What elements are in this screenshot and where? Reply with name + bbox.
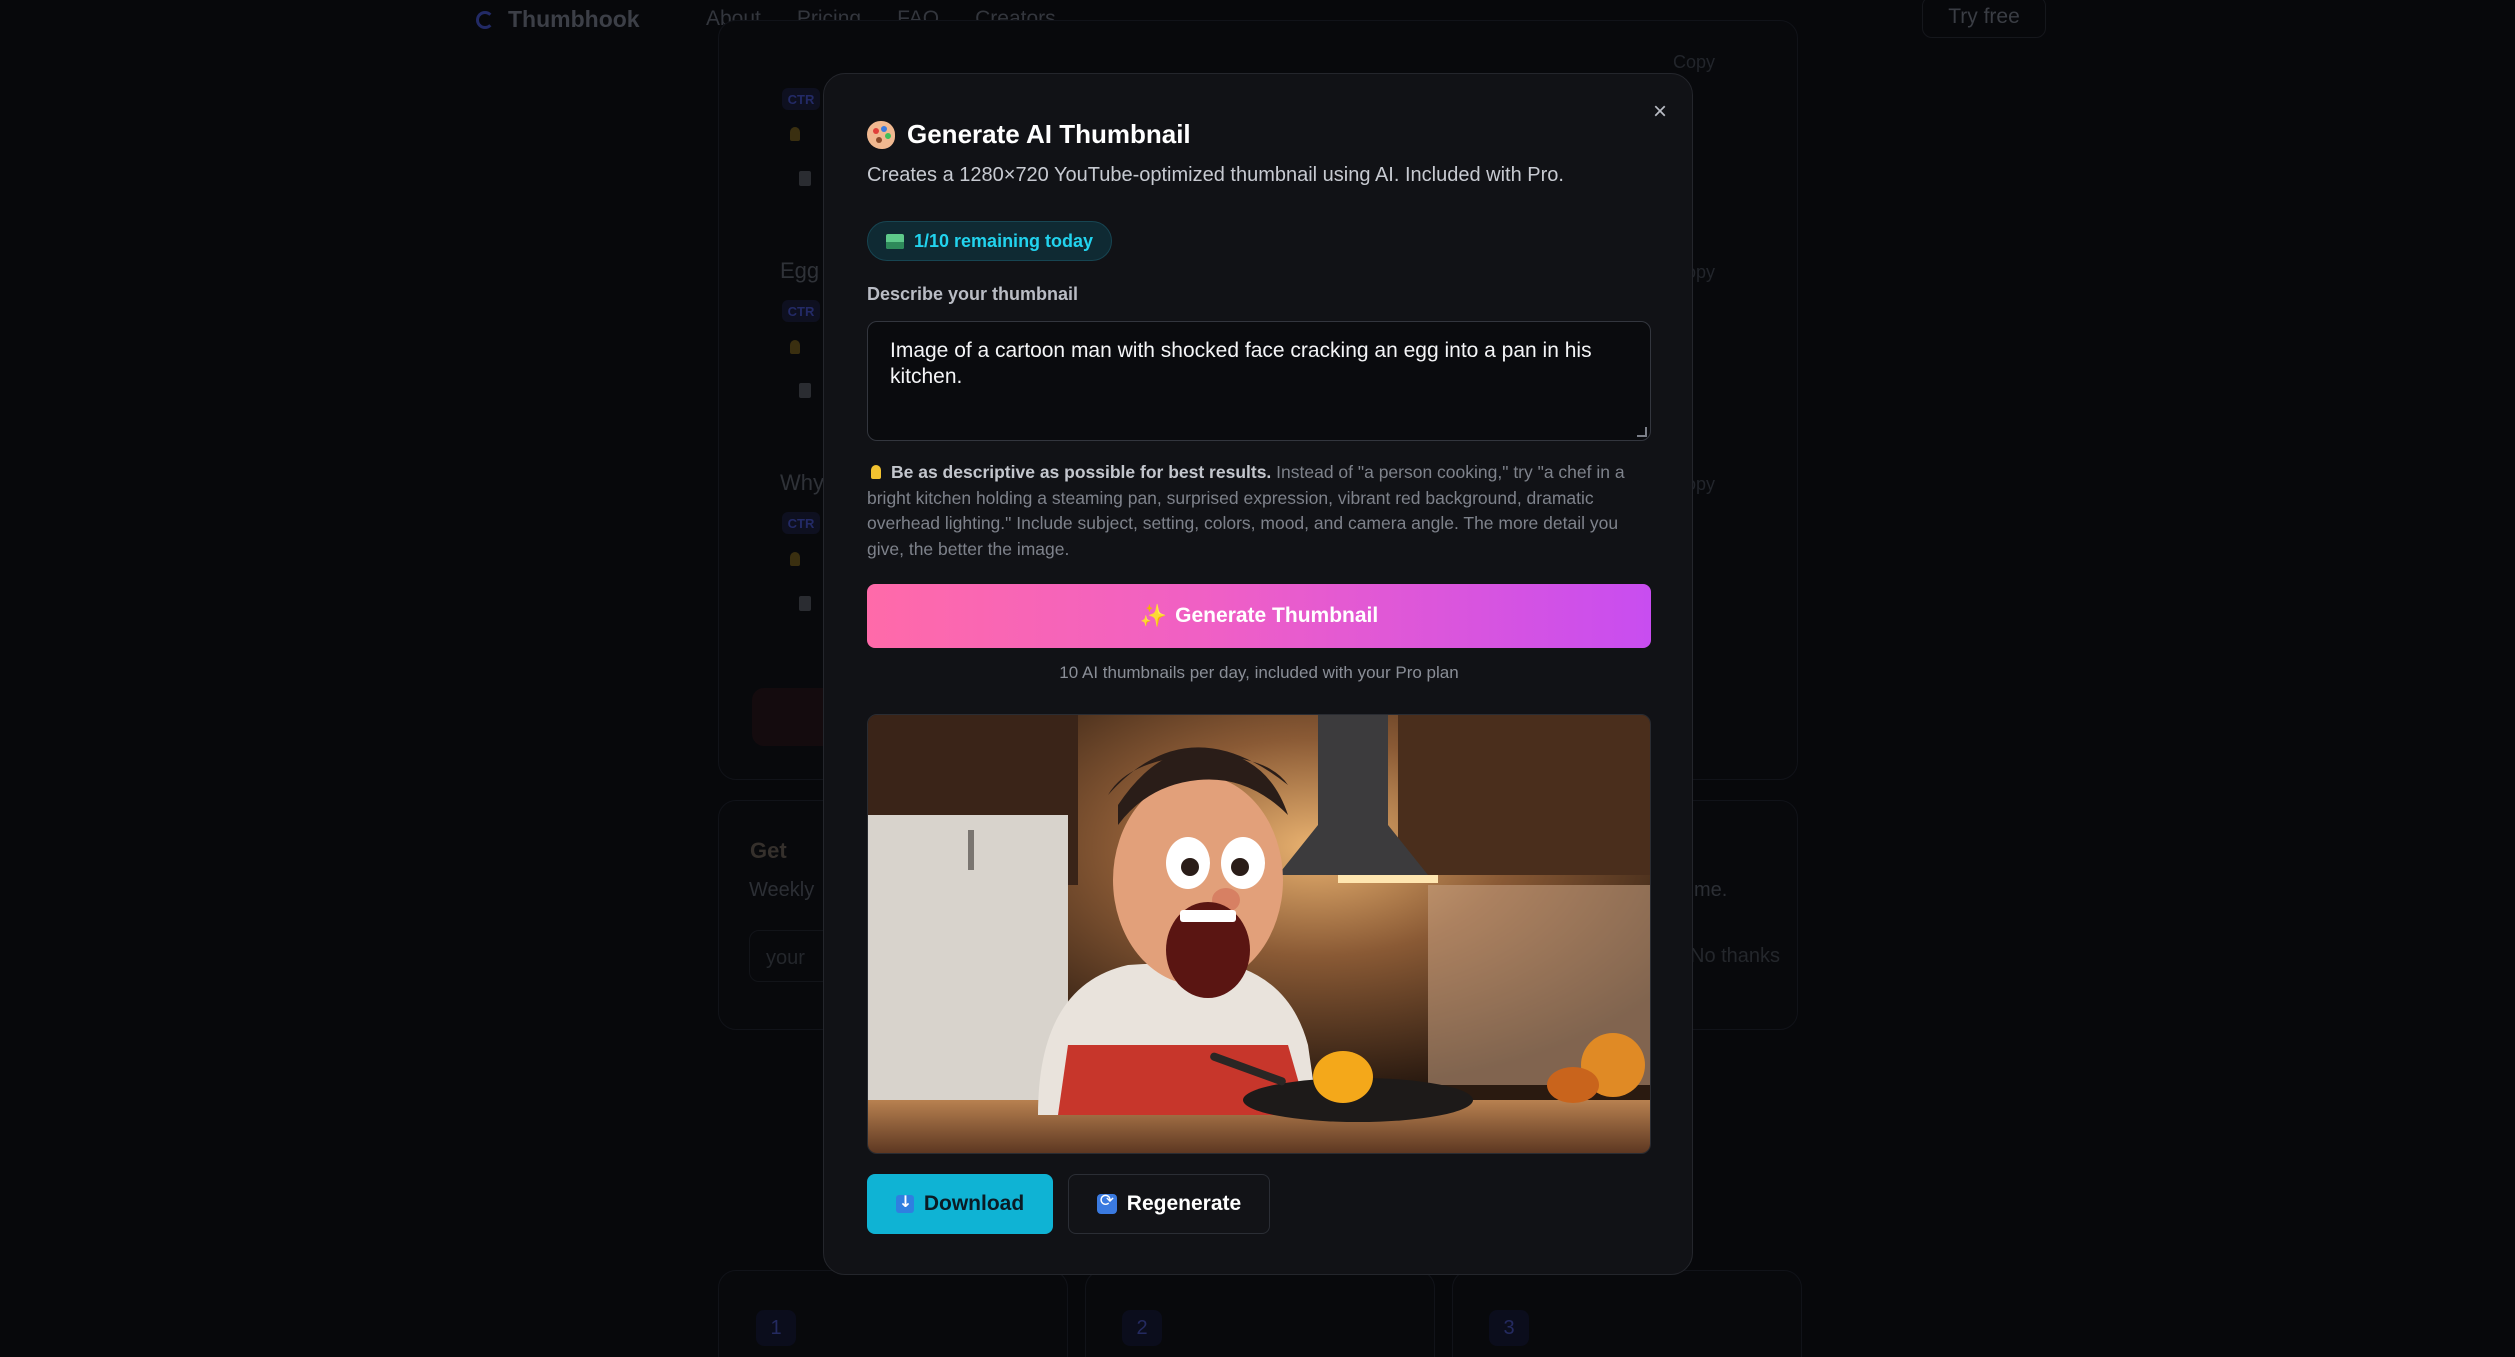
ctr-pill: CTR	[782, 300, 820, 322]
generate-button-label: Generate Thumbnail	[1175, 604, 1379, 627]
sparkles-icon: ✨	[1139, 603, 1168, 628]
refresh-icon	[1096, 1191, 1117, 1214]
newsletter-title: Get	[750, 838, 787, 863]
step-number: 1	[756, 1310, 796, 1346]
section-title-egg: Egg	[780, 258, 820, 283]
brand[interactable]: Thumbhook	[476, 6, 640, 33]
regenerate-label: Regenerate	[1126, 1192, 1242, 1215]
close-icon[interactable]: ×	[1644, 96, 1676, 128]
download-icon	[895, 1192, 914, 1213]
step-number: 2	[1122, 1310, 1162, 1346]
prompt-label: Describe your thumbnail	[867, 284, 1079, 304]
brand-name: Thumbhook	[508, 6, 640, 32]
modal-subtitle: Creates a 1280×720 YouTube-optimized thu…	[867, 164, 1564, 186]
prompt-tip: Be as descriptive as possible for best r…	[867, 460, 1657, 562]
prompt-textarea[interactable]: Image of a cartoon man with shocked face…	[867, 321, 1651, 441]
framed-picture-icon	[886, 233, 904, 249]
quota-badge: 1/10 remaining today	[867, 221, 1113, 261]
modal-title: Generate AI Thumbnail	[907, 119, 1191, 149]
generate-thumbnail-button[interactable]: ✨ Generate Thumbnail	[867, 584, 1651, 648]
logo-icon	[476, 10, 494, 29]
resize-handle-icon[interactable]	[1637, 427, 1647, 437]
document-icon	[799, 596, 811, 611]
lightbulb-icon	[871, 465, 881, 479]
tip-bold: Be as descriptive as possible for best r…	[891, 462, 1272, 482]
generate-note: 10 AI thumbnails per day, included with …	[1059, 663, 1459, 682]
quota-text: 1/10 remaining today	[914, 230, 1094, 251]
regenerate-button[interactable]: Regenerate	[1068, 1174, 1270, 1234]
document-icon	[799, 171, 811, 186]
prompt-value: Image of a cartoon man with shocked face…	[890, 339, 1592, 388]
document-icon	[799, 383, 811, 398]
download-button[interactable]: Download	[867, 1174, 1053, 1234]
download-label: Download	[923, 1192, 1025, 1215]
section-title-why: Why	[780, 470, 824, 495]
newsletter-subtitle: Weekly	[749, 879, 815, 901]
generate-thumbnail-modal: × Generate AI Thumbnail Creates a 1280×7…	[823, 73, 1693, 1275]
bulb-icon	[790, 552, 800, 566]
copy-button[interactable]: Copy	[1673, 52, 1715, 73]
palette-icon	[867, 120, 895, 149]
try-free-button[interactable]: Try free	[1922, 0, 2046, 38]
newsletter-no-thanks[interactable]: No thanks	[1690, 945, 1780, 968]
ctr-pill: CTR	[782, 88, 820, 110]
ctr-pill: CTR	[782, 512, 820, 534]
step-number: 3	[1489, 1310, 1529, 1346]
generated-thumbnail-image	[868, 715, 1650, 1153]
newsletter-subtitle-end: me.	[1694, 879, 1728, 901]
modal-header: Generate AI Thumbnail	[867, 119, 1191, 150]
bulb-icon	[790, 340, 800, 354]
bulb-icon	[790, 127, 800, 141]
thumbnail-preview	[867, 714, 1651, 1154]
